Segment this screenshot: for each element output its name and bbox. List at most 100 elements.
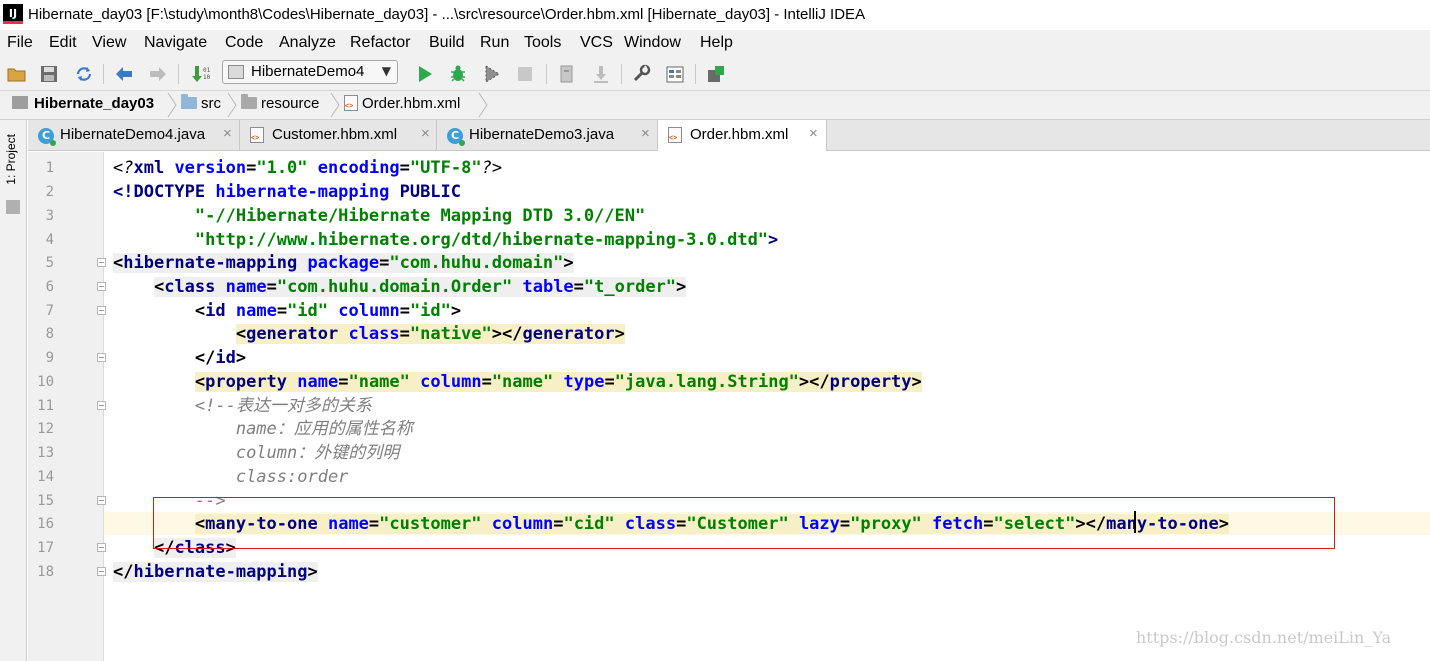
svg-text:10: 10: [203, 74, 210, 81]
token: xml: [133, 158, 175, 178]
comment-token: name：应用的属性名称: [235, 419, 413, 439]
coverage-icon[interactable]: [481, 63, 503, 85]
token: =: [266, 277, 277, 297]
token: <: [235, 324, 247, 344]
menu-view[interactable]: View: [92, 34, 126, 52]
forward-icon[interactable]: [147, 63, 169, 85]
xml-file-icon: [344, 95, 358, 111]
close-icon[interactable]: ×: [223, 125, 232, 142]
project-folder-icon: [12, 96, 28, 109]
token: "name": [348, 372, 410, 392]
attach-icon[interactable]: [556, 63, 578, 85]
menu-file[interactable]: File: [7, 34, 33, 52]
tab-label: Order.hbm.xml: [690, 126, 789, 143]
project-tool-window-button[interactable]: 1: Project: [4, 134, 18, 185]
breadcrumb-resource[interactable]: resource: [241, 94, 320, 112]
menu-analyze[interactable]: Analyze: [279, 34, 336, 52]
breadcrumb-file[interactable]: Order.hbm.xml: [344, 95, 460, 112]
fold-marker-icon[interactable]: [97, 543, 106, 552]
project-structure-icon[interactable]: [664, 63, 686, 85]
toolbar-separator: [621, 64, 622, 84]
comment-token: column：外键的列明: [235, 443, 400, 463]
menu-help[interactable]: Help: [700, 34, 733, 52]
run-configuration-selector[interactable]: HibernateDemo4 ▼: [222, 60, 398, 84]
token: id: [205, 301, 236, 321]
fold-marker-icon[interactable]: [97, 306, 106, 315]
close-icon[interactable]: ×: [641, 125, 650, 142]
line-number: 9: [45, 350, 54, 366]
token: "java.lang.String": [614, 372, 799, 392]
menu-refactor[interactable]: Refactor: [350, 34, 410, 52]
token: >: [307, 562, 318, 582]
menu-navigate[interactable]: Navigate: [144, 34, 207, 52]
menu-tools[interactable]: Tools: [524, 34, 561, 52]
token: <?: [113, 158, 134, 178]
token: package: [307, 253, 380, 273]
token: =: [399, 158, 410, 178]
line-number: 16: [37, 516, 54, 532]
breadcrumb-src[interactable]: src: [181, 94, 221, 112]
download-icon[interactable]: [590, 63, 612, 85]
debug-icon[interactable]: [447, 63, 469, 85]
close-icon[interactable]: ×: [809, 125, 818, 142]
structure-icon[interactable]: [6, 200, 20, 214]
fold-marker-icon[interactable]: [97, 353, 106, 362]
stop-icon[interactable]: [514, 63, 536, 85]
run-configuration-label: HibernateDemo4: [251, 63, 365, 80]
toolbar-separator: [103, 64, 104, 84]
tab-hibernatedemo3-java[interactable]: C HibernateDemo3.java ×: [437, 120, 658, 150]
token: >: [676, 277, 687, 297]
tab-customer-hbm-xml[interactable]: Customer.hbm.xml ×: [240, 120, 437, 150]
line-number: 5: [45, 255, 54, 271]
token: name: [297, 372, 339, 392]
fold-marker-icon[interactable]: [97, 401, 106, 410]
xml-file-icon: [668, 127, 682, 143]
token: table: [522, 277, 574, 297]
menu-window[interactable]: Window: [624, 34, 681, 52]
token: >: [768, 230, 779, 250]
code-editor[interactable]: 1 2 3 4 5 6 7 8 9 10 11 12 13 14 15 16 1…: [28, 152, 1430, 661]
tab-hibernatedemo4-java[interactable]: C HibernateDemo4.java ×: [28, 120, 240, 150]
menu-code[interactable]: Code: [225, 34, 263, 52]
breadcrumb-resource-label: resource: [261, 95, 320, 112]
sdk-icon[interactable]: [705, 63, 727, 85]
run-config-icon: [228, 65, 244, 79]
token: =: [379, 253, 390, 273]
run-icon[interactable]: [414, 63, 436, 85]
token: ?>: [481, 158, 503, 178]
token: =: [338, 372, 349, 392]
fold-marker-icon[interactable]: [97, 282, 106, 291]
breadcrumb-project-label: Hibernate_day03: [34, 95, 155, 112]
line-number: 3: [45, 208, 54, 224]
breadcrumb-project[interactable]: Hibernate_day03: [12, 95, 154, 112]
make-icon[interactable]: 0110: [188, 63, 210, 85]
close-icon[interactable]: ×: [421, 125, 430, 142]
code-line-9: </id>: [113, 347, 246, 369]
back-icon[interactable]: [113, 63, 135, 85]
save-icon[interactable]: [38, 63, 60, 85]
token: "com.huhu.domain": [389, 253, 564, 273]
menu-build[interactable]: Build: [429, 34, 465, 52]
breadcrumb-separator-icon: [167, 92, 177, 118]
title-bar: IJ Hibernate_day03 [F:\study\month8\Code…: [0, 0, 1430, 30]
menu-edit[interactable]: Edit: [49, 34, 77, 52]
settings-icon[interactable]: [631, 63, 653, 85]
fold-marker-icon[interactable]: [97, 567, 106, 576]
fold-marker-icon[interactable]: [97, 496, 106, 505]
line-number: 17: [37, 540, 54, 556]
menu-run[interactable]: Run: [480, 34, 509, 52]
line-number: 4: [45, 232, 54, 248]
token: =: [276, 301, 288, 321]
fold-marker-icon[interactable]: [97, 258, 106, 267]
line-number: 15: [37, 493, 54, 509]
open-folder-icon[interactable]: [6, 63, 28, 85]
code-line-14: class:order: [113, 466, 349, 488]
sync-icon[interactable]: [73, 63, 95, 85]
menu-vcs[interactable]: VCS: [580, 34, 613, 52]
tab-order-hbm-xml[interactable]: Order.hbm.xml ×: [658, 120, 827, 151]
main-toolbar: 01 10 HibernateDemo4 ▼: [0, 56, 1430, 91]
